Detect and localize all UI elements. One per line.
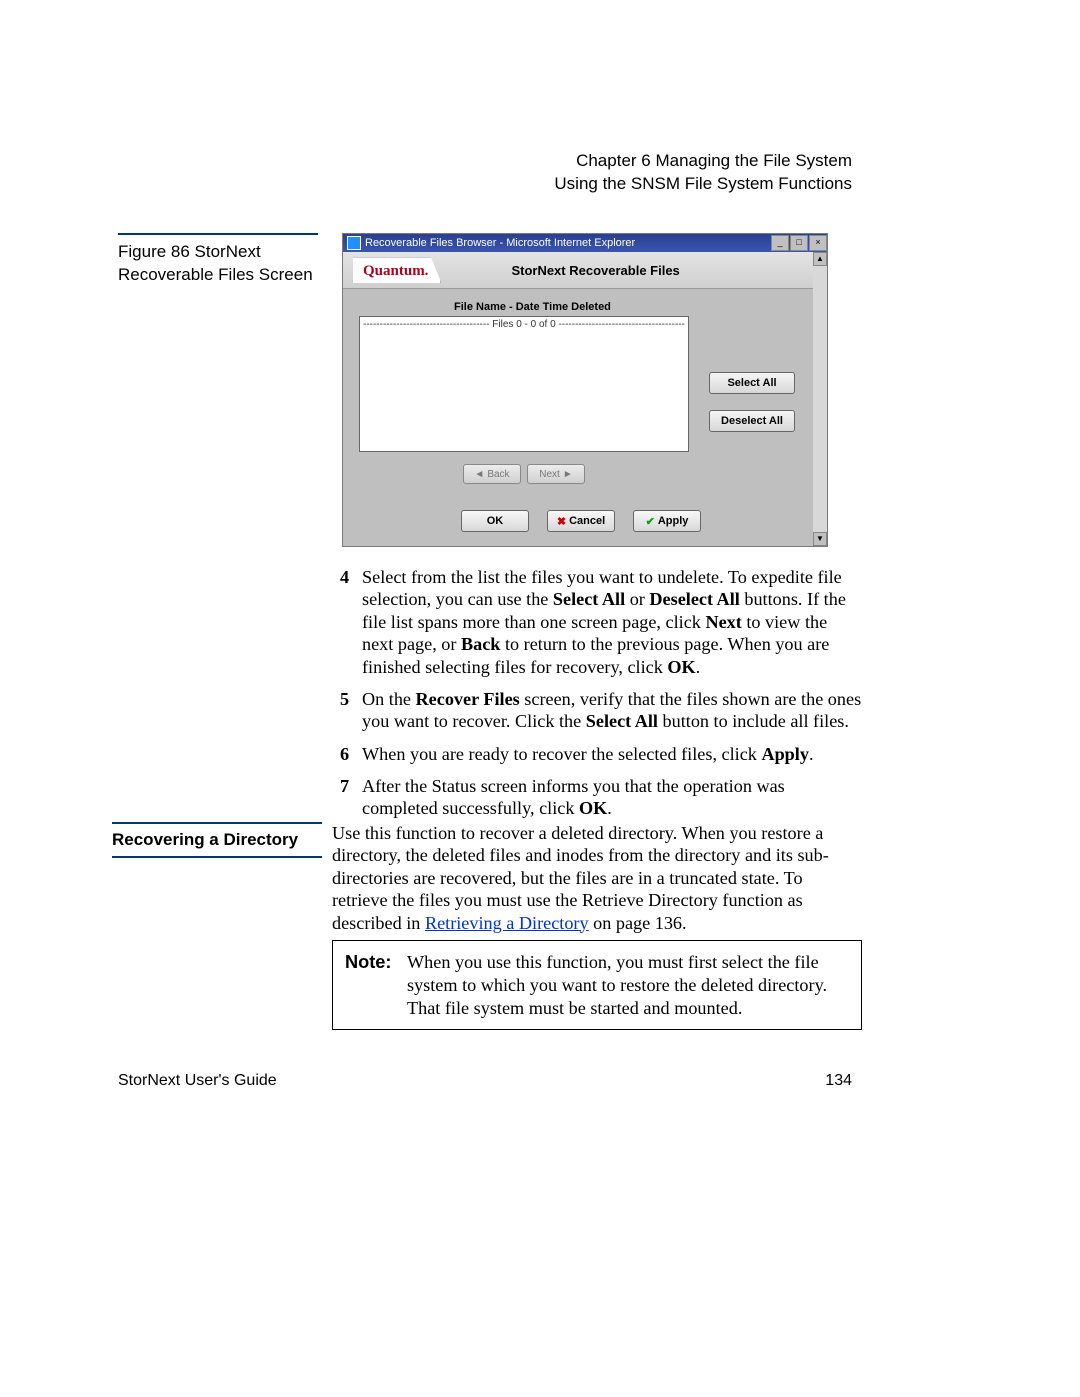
next-arrow-icon: ►	[563, 469, 573, 480]
page-header: Chapter 6 Managing the File System Using…	[554, 150, 852, 196]
chapter-line: Chapter 6 Managing the File System	[554, 150, 852, 173]
back-label: Back	[487, 469, 509, 480]
app-body: Quantum. StorNext Recoverable Files File…	[343, 252, 813, 546]
app-title: StorNext Recoverable Files	[461, 263, 679, 278]
cancel-x-icon: ✖	[557, 515, 566, 528]
scroll-up-icon[interactable]: ▲	[813, 252, 827, 266]
footer-guide-name: StorNext User's Guide	[118, 1072, 277, 1090]
step-text: Select from the list the files you want …	[362, 566, 862, 678]
side-buttons: Select All Deselect All	[709, 372, 795, 432]
step-4: 4 Select from the list the files you wan…	[340, 566, 862, 678]
quantum-logo: Quantum.	[353, 257, 441, 283]
nav-buttons: ◄ Back Next ►	[463, 464, 585, 484]
list-status-row: -------------------------------------- F…	[360, 317, 688, 330]
section-body: Use this function to recover a deleted d…	[332, 822, 862, 934]
note-label: Note:	[345, 951, 407, 1019]
note-box: Note: When you use this function, you mu…	[332, 940, 862, 1030]
step-number: 7	[340, 775, 362, 820]
ok-button[interactable]: OK	[461, 510, 529, 532]
apply-check-icon: ✔	[646, 515, 655, 528]
step-5: 5 On the Recover Files screen, verify th…	[340, 688, 862, 733]
figure-caption-l1: Figure 86 StorNext	[118, 242, 261, 261]
note-text: When you use this function, you must fir…	[407, 951, 849, 1019]
back-arrow-icon: ◄	[474, 469, 484, 480]
scroll-down-icon[interactable]: ▼	[813, 532, 827, 546]
step-7: 7 After the Status screen informs you th…	[340, 775, 862, 820]
window-title-text: Recoverable Files Browser - Microsoft In…	[365, 237, 635, 249]
step-number: 4	[340, 566, 362, 678]
step-6: 6 When you are ready to recover the sele…	[340, 743, 862, 765]
cancel-button[interactable]: ✖ Cancel	[547, 510, 615, 532]
window-controls: _ □ ×	[770, 235, 827, 251]
instruction-steps: 4 Select from the list the files you wan…	[340, 566, 862, 830]
file-listbox[interactable]: -------------------------------------- F…	[359, 316, 689, 452]
next-button[interactable]: Next ►	[527, 464, 585, 484]
apply-label: Apply	[658, 515, 689, 527]
figure-caption: Figure 86 StorNext Recoverable Files Scr…	[118, 233, 318, 287]
retrieving-directory-link[interactable]: Retrieving a Directory	[425, 913, 589, 933]
step-text: When you are ready to recover the select…	[362, 743, 814, 765]
cancel-label: Cancel	[569, 515, 605, 527]
step-number: 6	[340, 743, 362, 765]
step-text: After the Status screen informs you that…	[362, 775, 862, 820]
section-heading: Recovering a Directory	[112, 822, 322, 858]
step-number: 5	[340, 688, 362, 733]
deselect-all-button[interactable]: Deselect All	[709, 410, 795, 432]
figure-caption-l2: Recoverable Files Screen	[118, 265, 313, 284]
back-button[interactable]: ◄ Back	[463, 464, 521, 484]
step-text: On the Recover Files screen, verify that…	[362, 688, 862, 733]
subtitle-line: Using the SNSM File System Functions	[554, 173, 852, 196]
recoverable-files-window: Recoverable Files Browser - Microsoft In…	[342, 233, 828, 547]
close-button[interactable]: ×	[809, 235, 827, 251]
list-header: File Name - Date Time Deleted	[359, 301, 797, 316]
footer-page-number: 134	[825, 1072, 852, 1090]
maximize-button[interactable]: □	[790, 235, 808, 251]
bottom-buttons: OK ✖ Cancel ✔ Apply	[461, 510, 701, 532]
window-titlebar: Recoverable Files Browser - Microsoft In…	[343, 234, 827, 252]
scrollbar[interactable]: ▲ ▼	[813, 252, 827, 546]
app-header: Quantum. StorNext Recoverable Files	[343, 252, 813, 289]
ie-icon	[347, 236, 361, 250]
select-all-button[interactable]: Select All	[709, 372, 795, 394]
apply-button[interactable]: ✔ Apply	[633, 510, 701, 532]
next-label: Next	[539, 469, 560, 480]
minimize-button[interactable]: _	[771, 235, 789, 251]
